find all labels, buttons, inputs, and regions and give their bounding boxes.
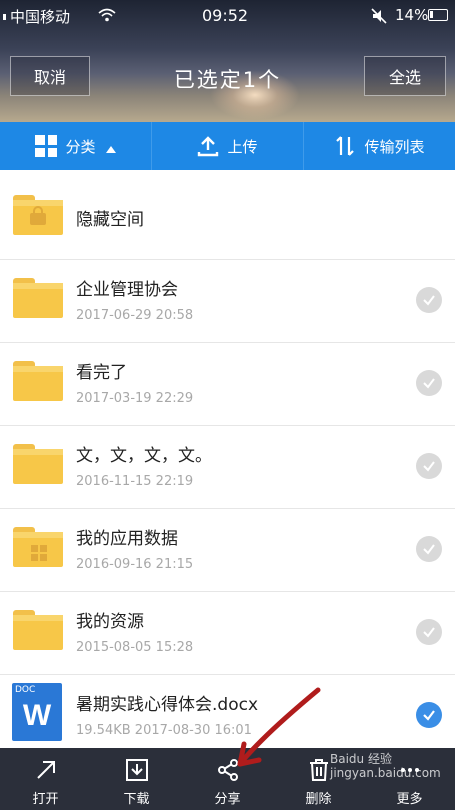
- folder-icon: [13, 610, 63, 650]
- item-date: 2016-09-16 21:15: [76, 557, 194, 572]
- upload-label: 上传: [227, 137, 258, 156]
- select-checkbox[interactable]: [416, 702, 442, 728]
- docx-icon: DOC W: [12, 683, 62, 741]
- item-name: 我的应用数据: [76, 529, 178, 549]
- upload-button[interactable]: 上传: [152, 122, 304, 170]
- transfer-label: 传输列表: [364, 137, 425, 156]
- wifi-icon: [98, 8, 116, 22]
- select-checkbox[interactable]: [416, 287, 442, 313]
- download-label: 下载: [123, 792, 150, 807]
- status-bar: 中国移动 09:52 14%: [0, 0, 455, 32]
- item-name: 看完了: [76, 363, 127, 383]
- item-date: 2017-06-29 20:58: [76, 308, 194, 323]
- download-button[interactable]: 下载: [91, 748, 182, 810]
- check-icon: [423, 295, 435, 306]
- lock-folder-icon: [13, 195, 63, 235]
- mute-icon: [371, 8, 387, 24]
- check-icon: [423, 627, 435, 638]
- item-meta: 19.54KB 2017-08-30 16:01: [76, 723, 252, 738]
- category-grid-icon: [35, 135, 58, 157]
- toolbar: 分类 上传 传输列表: [0, 122, 455, 170]
- folder-icon: [13, 278, 63, 318]
- clock: 09:52: [202, 6, 249, 25]
- battery-percent: 14%: [395, 6, 429, 24]
- share-button[interactable]: 分享: [182, 748, 273, 810]
- item-name: 文，文，文，文。: [76, 446, 212, 466]
- item-name: 我的资源: [76, 612, 144, 632]
- upload-icon: [198, 136, 219, 157]
- check-icon: [423, 544, 435, 555]
- list-item[interactable]: 我的资源 2015-08-05 15:28: [0, 592, 455, 675]
- folder-icon: [13, 444, 63, 484]
- delete-label: 删除: [305, 792, 332, 807]
- watermark: Baidu 经验 jingyan.baidu.com: [330, 752, 441, 780]
- carrier-text: 中国移动: [10, 8, 71, 26]
- list-item[interactable]: 我的应用数据 2016-09-16 21:15: [0, 509, 455, 592]
- item-name: 隐藏空间: [76, 210, 144, 230]
- select-checkbox[interactable]: [416, 453, 442, 479]
- list-item[interactable]: 隐藏空间: [0, 173, 455, 260]
- check-icon: [423, 461, 435, 472]
- transfer-icon: [336, 136, 355, 156]
- caret-icon: [105, 145, 116, 153]
- signal-icon: [3, 14, 6, 20]
- share-label: 分享: [214, 792, 241, 807]
- folder-icon: [13, 361, 63, 401]
- item-name: 企业管理协会: [76, 280, 178, 300]
- check-icon: [423, 710, 435, 721]
- item-date: 2016-11-15 22:19: [76, 474, 194, 489]
- select-all-button[interactable]: 全选: [364, 56, 446, 96]
- transfer-list-button[interactable]: 传输列表: [304, 122, 455, 170]
- item-date: 2015-08-05 15:28: [76, 640, 194, 655]
- open-button[interactable]: 打开: [0, 748, 91, 810]
- share-icon: [217, 759, 238, 781]
- list-item[interactable]: 看完了 2017-03-19 22:29: [0, 343, 455, 426]
- more-label: 更多: [396, 792, 423, 807]
- list-item[interactable]: DOC W 暑期实践心得体会.docx 19.54KB 2017-08-30 1…: [0, 675, 455, 757]
- download-icon: [125, 759, 148, 781]
- select-checkbox[interactable]: [416, 370, 442, 396]
- battery-icon: [428, 9, 448, 21]
- header: 中国移动 09:52 14% 取消 已选定1个 全选: [0, 0, 455, 122]
- item-name: 暑期实践心得体会.docx: [76, 695, 259, 715]
- select-checkbox[interactable]: [416, 536, 442, 562]
- trash-icon: [309, 759, 328, 781]
- app-folder-icon: [13, 527, 63, 567]
- category-label: 分类: [65, 137, 96, 156]
- select-checkbox[interactable]: [416, 619, 442, 645]
- list-item[interactable]: 企业管理协会 2017-06-29 20:58: [0, 260, 455, 343]
- list-item[interactable]: 文，文，文，文。 2016-11-15 22:19: [0, 426, 455, 509]
- check-icon: [423, 378, 435, 389]
- open-label: 打开: [32, 792, 59, 807]
- category-button[interactable]: 分类: [0, 122, 152, 170]
- open-arrow-icon: [36, 761, 55, 779]
- file-list: 隐藏空间 企业管理协会 2017-06-29 20:58 看完了 2017-03…: [0, 173, 455, 757]
- item-date: 2017-03-19 22:29: [76, 391, 194, 406]
